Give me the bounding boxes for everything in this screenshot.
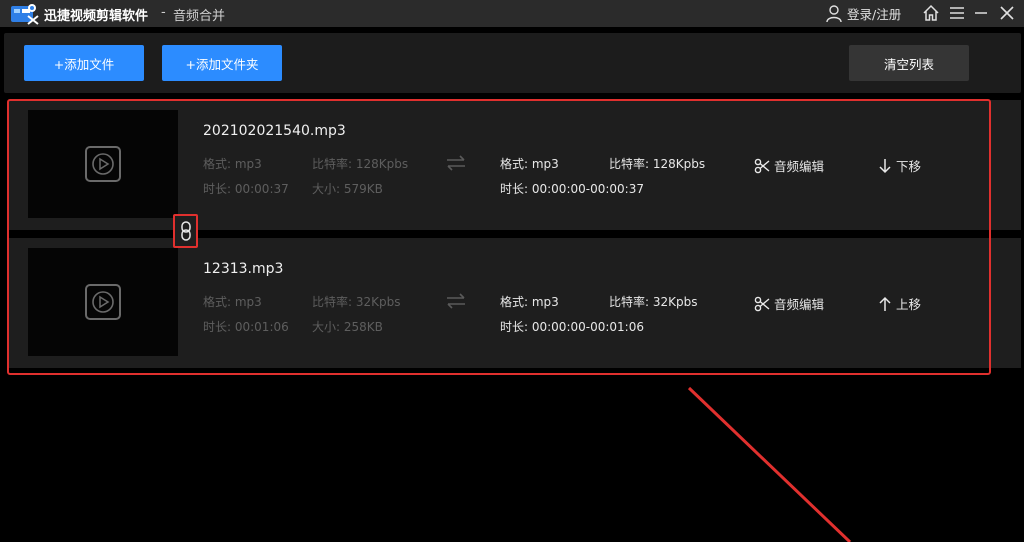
user-icon xyxy=(826,4,842,22)
menu-icon xyxy=(950,7,964,19)
audio-edit-label: 音频编辑 xyxy=(774,297,825,312)
clear-list-button[interactable]: 清空列表 xyxy=(849,45,969,81)
link-icon xyxy=(180,221,191,241)
window-subtitle: 音频合并 xyxy=(173,9,226,24)
scissors-icon xyxy=(754,296,770,311)
source-size: 大小: 579KB xyxy=(312,182,383,196)
source-format: 格式: mp3 xyxy=(203,295,262,309)
move-down-label: 下移 xyxy=(896,159,922,174)
login-button[interactable]: 登录/注册 xyxy=(826,4,901,23)
swap-icon xyxy=(447,155,465,171)
file-row[interactable]: 202102021540.mp3 格式: mp3 比特率: 128Kpbs 时长… xyxy=(8,100,1021,230)
source-size: 大小: 258KB xyxy=(312,320,383,334)
source-duration: 时长: 00:00:37 xyxy=(203,182,289,196)
play-icon xyxy=(85,146,121,182)
output-bitrate: 比特率: 128Kpbs xyxy=(609,157,706,171)
output-duration: 时长: 00:00:00-00:01:06 xyxy=(500,320,644,334)
output-bitrate: 比特率: 32Kpbs xyxy=(609,295,698,309)
play-icon xyxy=(85,284,121,320)
thumbnail[interactable] xyxy=(28,248,178,356)
source-duration: 时长: 00:01:06 xyxy=(203,320,289,334)
thumbnail[interactable] xyxy=(28,110,178,218)
audio-edit-label: 音频编辑 xyxy=(774,159,825,174)
close-button[interactable] xyxy=(997,3,1017,23)
audio-edit-button[interactable]: 音频编辑 xyxy=(754,156,824,175)
title-separator: - xyxy=(161,5,166,20)
add-file-button[interactable]: +添加文件 xyxy=(24,45,144,81)
source-format: 格式: mp3 xyxy=(203,157,262,171)
source-bitrate: 比特率: 128Kpbs xyxy=(312,157,409,171)
move-up-button[interactable]: 上移 xyxy=(878,294,921,313)
swap-icon xyxy=(447,293,465,309)
toolbar: +添加文件 +添加文件夹 清空列表 xyxy=(4,33,1021,93)
audio-edit-button[interactable]: 音频编辑 xyxy=(754,294,824,313)
file-row[interactable]: 12313.mp3 格式: mp3 比特率: 32Kpbs 时长: 00:01:… xyxy=(8,238,1021,368)
close-icon xyxy=(1000,6,1014,20)
app-logo-icon xyxy=(11,4,39,25)
output-format: 格式: mp3 xyxy=(500,157,559,171)
merge-link-button[interactable] xyxy=(173,214,198,248)
arrow-up-icon xyxy=(879,296,891,311)
login-label: 登录/注册 xyxy=(847,7,902,22)
scissors-icon xyxy=(754,158,770,173)
source-bitrate: 比特率: 32Kpbs xyxy=(312,295,401,309)
add-folder-button[interactable]: +添加文件夹 xyxy=(162,45,282,81)
app-title: 迅捷视频剪辑软件 xyxy=(44,9,149,24)
file-name: 202102021540.mp3 xyxy=(203,123,346,139)
minimize-icon xyxy=(975,12,987,14)
menu-button[interactable] xyxy=(947,3,967,23)
move-up-label: 上移 xyxy=(896,297,922,312)
minimize-button[interactable] xyxy=(971,3,991,23)
output-format: 格式: mp3 xyxy=(500,295,559,309)
home-icon xyxy=(923,4,939,21)
file-name: 12313.mp3 xyxy=(203,261,284,277)
output-duration: 时长: 00:00:00-00:00:37 xyxy=(500,182,644,196)
home-button[interactable] xyxy=(921,3,941,23)
title-bar: 迅捷视频剪辑软件 - 音频合并 登录/注册 xyxy=(0,0,1024,27)
move-down-button[interactable]: 下移 xyxy=(878,156,921,175)
arrow-down-icon xyxy=(879,158,891,173)
